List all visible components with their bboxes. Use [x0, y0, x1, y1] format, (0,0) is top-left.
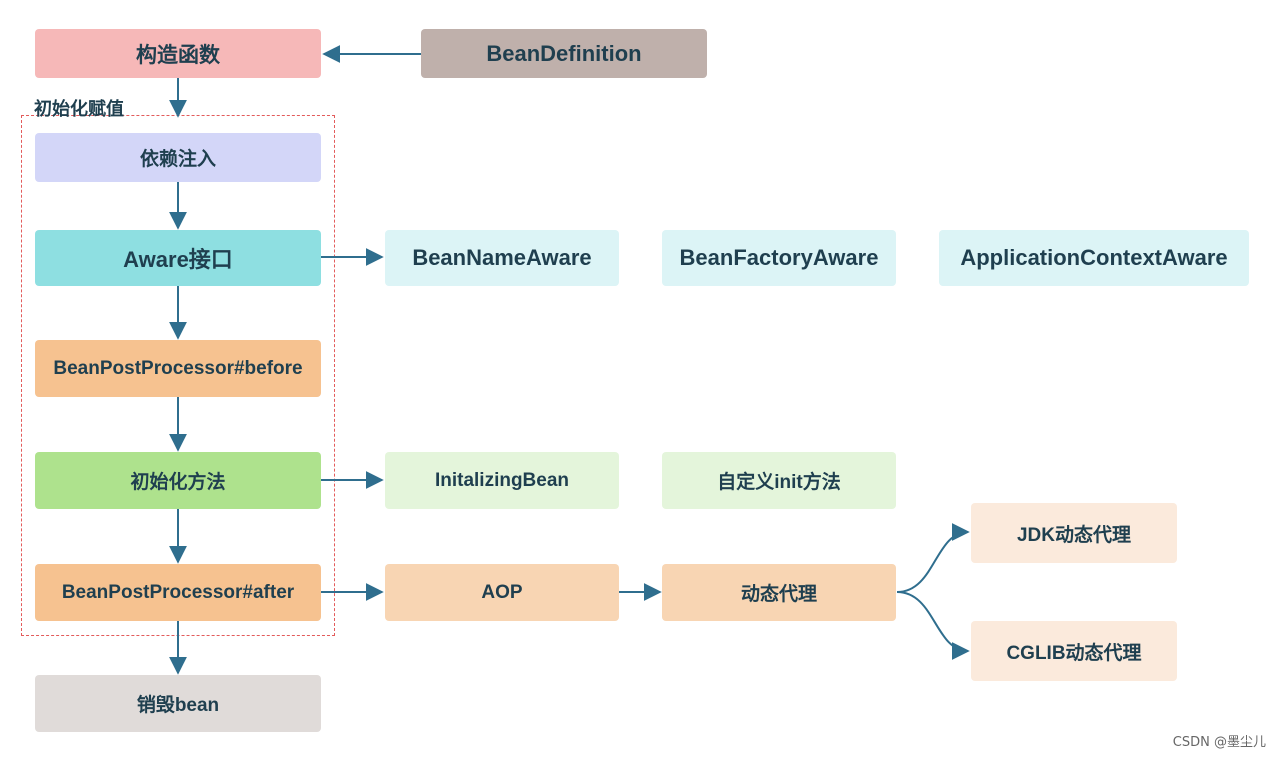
custom-init-node: 自定义init方法: [662, 452, 896, 509]
aware-interface-node: Aware接口: [35, 230, 321, 286]
post-processor-before-node: BeanPostProcessor#before: [35, 340, 321, 397]
dependency-injection-node: 依赖注入: [35, 133, 321, 182]
destroy-bean-node: 销毁bean: [35, 675, 321, 732]
edge-proxy-cglib: [896, 591, 970, 660]
initializing-bean-node: InitalizingBean: [385, 452, 619, 509]
post-processor-after-node: BeanPostProcessor#after: [35, 564, 321, 621]
jdk-proxy-node: JDK动态代理: [971, 503, 1177, 563]
init-method-node: 初始化方法: [35, 452, 321, 509]
bean-name-aware-node: BeanNameAware: [385, 230, 619, 286]
bean-definition-node: BeanDefinition: [421, 29, 707, 78]
constructor-node: 构造函数: [35, 29, 321, 78]
aop-node: AOP: [385, 564, 619, 621]
application-context-aware-node: ApplicationContextAware: [939, 230, 1249, 286]
edge-proxy-jdk: [896, 523, 970, 593]
bean-factory-aware-node: BeanFactoryAware: [662, 230, 896, 286]
watermark: CSDN @墨尘儿: [1172, 735, 1266, 750]
dynamic-proxy-node: 动态代理: [662, 564, 896, 621]
cglib-proxy-node: CGLIB动态代理: [971, 621, 1177, 681]
